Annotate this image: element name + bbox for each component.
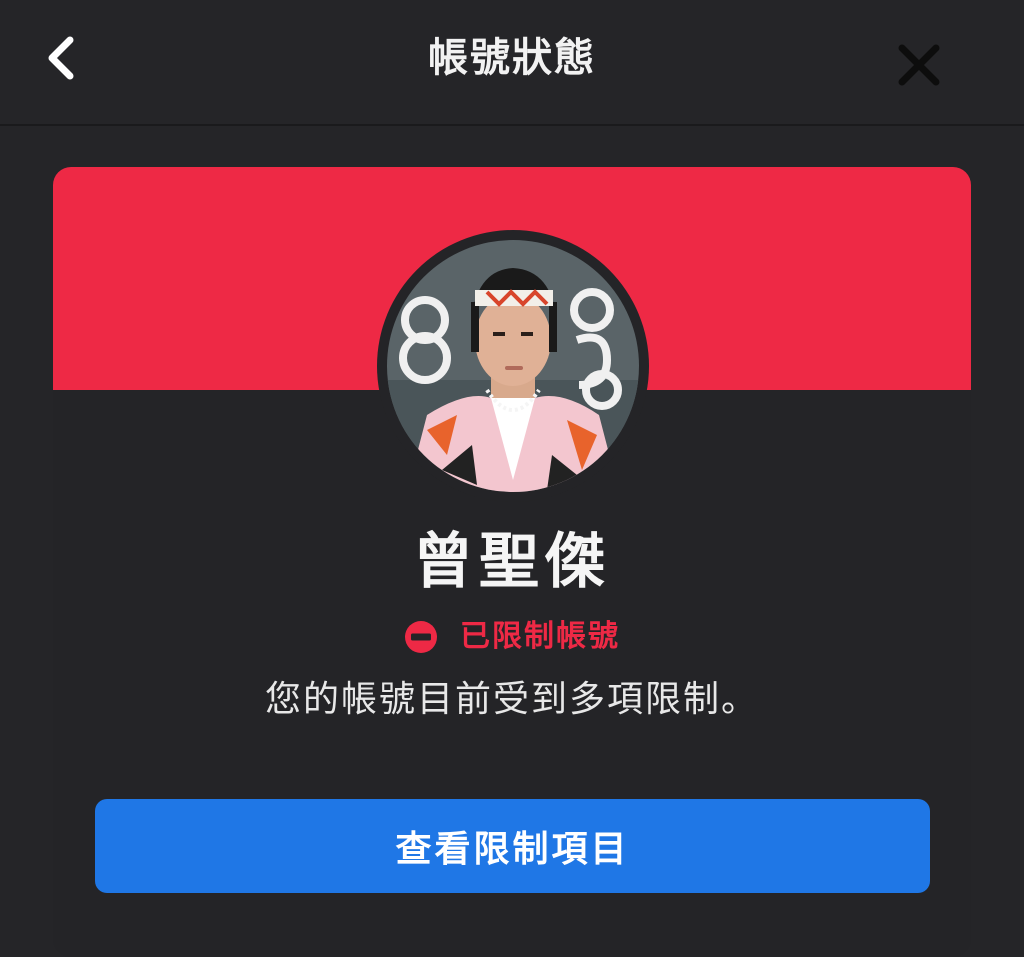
view-restrictions-button[interactable]: 查看限制項目 [95, 799, 930, 893]
top-bar: 帳號狀態 [0, 0, 1024, 126]
restricted-icon [405, 621, 437, 653]
status-description: 您的帳號目前受到多項限制。 [264, 679, 759, 720]
account-status: 已限制帳號 [53, 615, 971, 659]
status-label: 已限制帳號 [460, 619, 620, 654]
user-name: 曾聖傑 [413, 527, 611, 597]
account-status-card: 曾聖傑 已限制帳號 您的帳號目前受到多項限制。 查看限制項目 [53, 167, 971, 957]
avatar-ring [377, 230, 649, 502]
avatar [387, 240, 639, 492]
close-icon [898, 44, 940, 86]
page-title: 帳號狀態 [428, 35, 596, 81]
close-button[interactable] [890, 36, 948, 94]
